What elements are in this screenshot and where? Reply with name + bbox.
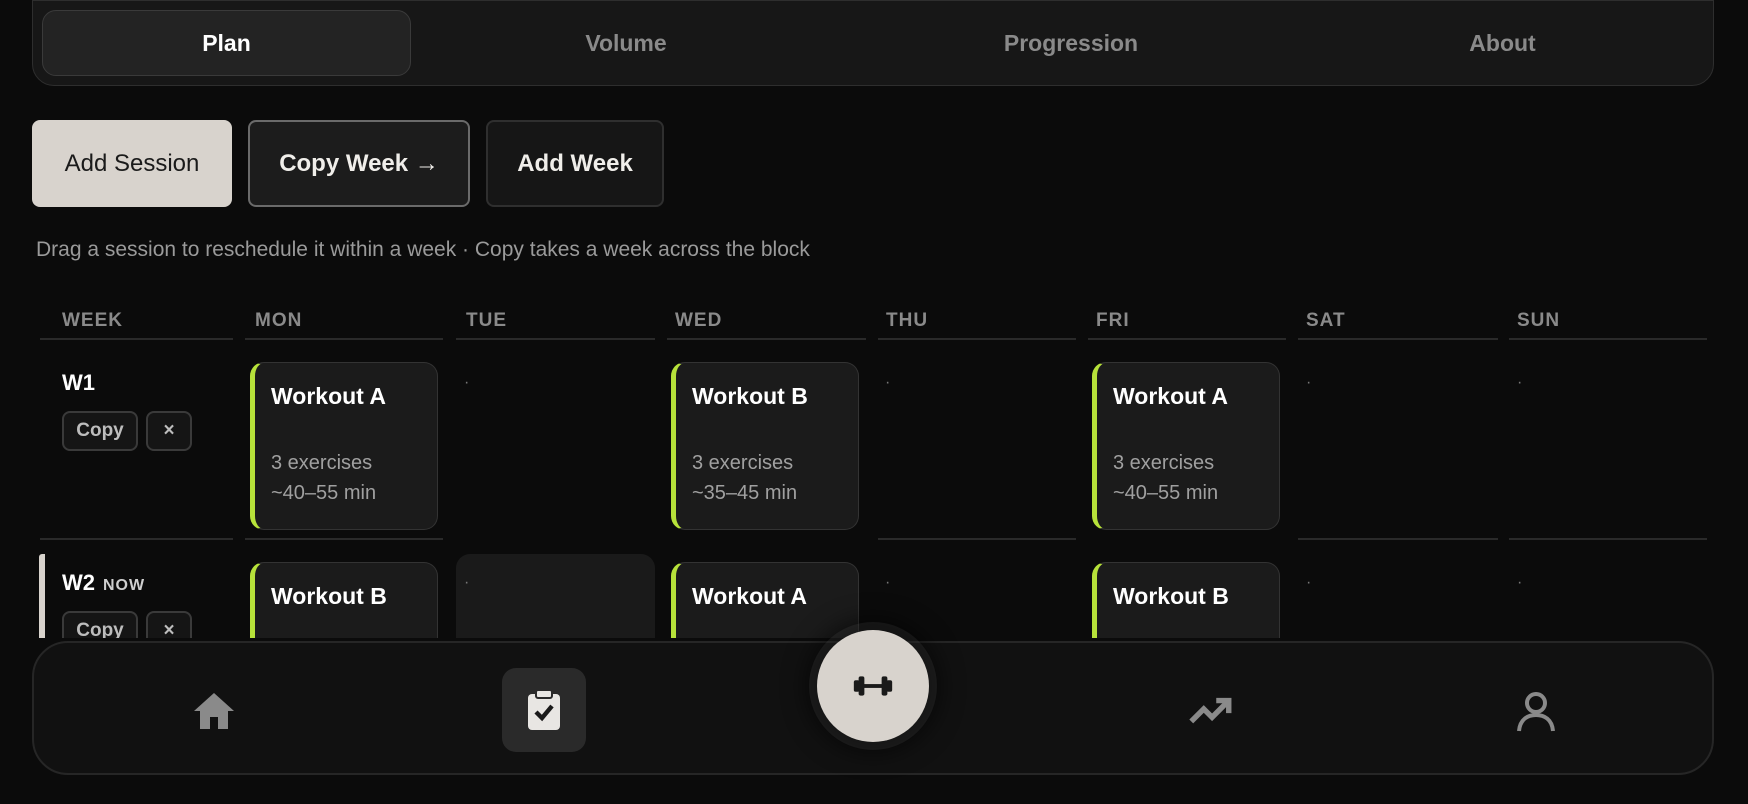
session-name: Workout B bbox=[692, 383, 808, 409]
session-name: Workout B bbox=[1113, 583, 1229, 609]
empty-slot-thu[interactable]: · bbox=[885, 574, 890, 592]
add-session-button[interactable]: Add Session bbox=[32, 120, 232, 207]
tab-progression[interactable]: Progression bbox=[841, 10, 1301, 76]
copy-week-1-button[interactable]: Copy bbox=[62, 411, 138, 451]
home-icon[interactable] bbox=[174, 671, 254, 751]
col-wed: WED bbox=[667, 310, 866, 340]
tab-bar: Plan Volume Progression About bbox=[32, 0, 1714, 86]
now-badge: NOW bbox=[103, 577, 146, 594]
session-duration: ~40–55 min bbox=[1113, 482, 1219, 504]
col-fri: FRI bbox=[1088, 310, 1286, 340]
current-week-marker bbox=[39, 554, 45, 644]
empty-slot-thu[interactable]: · bbox=[885, 374, 890, 392]
empty-slot-sun[interactable]: · bbox=[1517, 574, 1522, 592]
dumbbell-icon[interactable] bbox=[817, 630, 929, 742]
session-name: Workout A bbox=[1113, 383, 1228, 409]
empty-slot-sat[interactable]: · bbox=[1306, 374, 1311, 392]
trending-up-icon[interactable] bbox=[1170, 671, 1250, 751]
copy-week-button[interactable]: Copy Week → bbox=[248, 120, 470, 207]
session-name: Workout A bbox=[271, 383, 386, 409]
session-exercises: 3 exercises bbox=[271, 452, 373, 474]
col-tue: TUE bbox=[456, 310, 655, 340]
col-thu: THU bbox=[878, 310, 1076, 340]
col-week: WEEK bbox=[40, 310, 233, 340]
empty-slot-tue-dot: · bbox=[464, 574, 470, 591]
session-name: Workout A bbox=[692, 583, 807, 609]
tab-about[interactable]: About bbox=[1301, 10, 1704, 76]
session-card[interactable]: Workout A 3 exercises ~40–55 min bbox=[1092, 362, 1280, 530]
session-card[interactable]: Workout A 3 exercises ~40–55 min bbox=[250, 362, 438, 530]
session-name: Workout B bbox=[271, 583, 387, 609]
empty-slot-tue[interactable]: · bbox=[464, 374, 469, 392]
week-label: W2 NOW bbox=[62, 570, 145, 596]
hint-text: Drag a session to reschedule it within a… bbox=[36, 238, 810, 261]
add-session-label: Add Session bbox=[64, 149, 200, 177]
session-card[interactable]: Workout B 3 exercises ~35–45 min bbox=[671, 362, 859, 530]
week-label: W1 bbox=[62, 370, 95, 395]
col-sun: SUN bbox=[1509, 310, 1707, 340]
add-week-button[interactable]: Add Week bbox=[486, 120, 664, 207]
empty-slot-sat[interactable]: · bbox=[1306, 574, 1311, 592]
session-duration: ~35–45 min bbox=[692, 482, 798, 504]
session-exercises: 3 exercises bbox=[692, 452, 794, 474]
tab-plan[interactable]: Plan bbox=[42, 10, 411, 76]
col-mon: MON bbox=[245, 310, 443, 340]
col-sat: SAT bbox=[1298, 310, 1498, 340]
clipboard-check-icon[interactable] bbox=[502, 668, 586, 752]
person-icon[interactable] bbox=[1496, 671, 1576, 751]
row-divider bbox=[245, 538, 443, 540]
row-divider bbox=[1298, 538, 1498, 540]
row-divider bbox=[40, 538, 233, 540]
row-divider bbox=[878, 538, 1076, 540]
tab-volume[interactable]: Volume bbox=[411, 10, 841, 76]
remove-week-1-button[interactable]: × bbox=[146, 411, 192, 451]
week-label-text: W2 bbox=[62, 570, 95, 595]
row-divider bbox=[1509, 538, 1707, 540]
empty-slot-sun[interactable]: · bbox=[1517, 374, 1522, 392]
session-duration: ~40–55 min bbox=[271, 482, 377, 504]
session-exercises: 3 exercises bbox=[1113, 452, 1215, 474]
